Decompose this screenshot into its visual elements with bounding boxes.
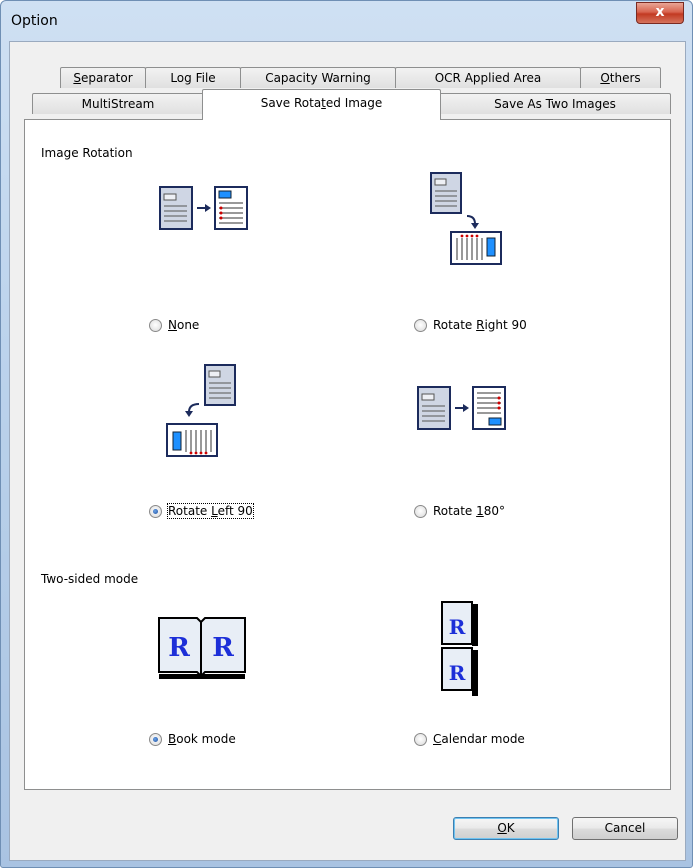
tab-ocr-applied-area[interactable]: OCR Applied Area — [395, 67, 581, 88]
calendar-top-letter: R — [449, 615, 466, 639]
ok-button-mnemonic: O — [497, 821, 507, 835]
radio-rotate-left-90[interactable]: Rotate Left 90 — [149, 503, 254, 519]
radio-rotate-left-90-text-b: eft 90 — [217, 504, 253, 518]
radio-rotate-right-90-text-a: Rotate — [433, 318, 477, 332]
calendar-bottom-letter: R — [449, 661, 466, 685]
radio-rotate-180-label: Rotate 180° — [433, 504, 505, 518]
radio-none-mnemonic: N — [168, 318, 177, 332]
radio-rotate-180-indicator[interactable] — [414, 504, 427, 518]
radio-rotate-right-90-text-b: ight 90 — [484, 318, 527, 332]
calendar-mode-icon: R R — [441, 601, 478, 696]
tab-multistream[interactable]: MultiStream — [32, 93, 204, 114]
radio-none-label: None — [168, 318, 199, 332]
radio-calendar-mode-label: Calendar mode — [433, 732, 525, 746]
image-rotation-heading: Image Rotation — [41, 146, 133, 160]
radio-calendar-mode-text: alendar mode — [441, 732, 525, 746]
radio-rotate-right-90-indicator[interactable] — [414, 318, 427, 332]
window-title: Option — [11, 13, 58, 29]
tab-save-rotated-image[interactable]: Save Rotated Image — [202, 89, 441, 120]
rotate-right-90-icon — [430, 172, 502, 265]
rotate-left-90-icon — [166, 364, 236, 457]
radio-book-mode-text: ook mode — [176, 732, 236, 746]
tab-capacity-warning[interactable]: Capacity Warning — [240, 67, 396, 88]
tab-others[interactable]: Others — [580, 67, 661, 88]
ok-button-label: K — [506, 821, 515, 835]
tab-separator-label: eparator — [81, 71, 133, 85]
rotation-none-icon — [159, 186, 248, 230]
radio-rotate-right-90[interactable]: Rotate Right 90 — [414, 318, 527, 332]
radio-book-mode-indicator[interactable] — [149, 732, 162, 746]
tab-multistream-label: MultiStream — [81, 97, 155, 111]
cancel-button[interactable]: Cancel — [572, 817, 678, 840]
tab-save-as-two-images-label: Save As Two Images — [494, 97, 616, 111]
radio-none-text: one — [176, 318, 200, 332]
tab-log-file-label: Log File — [170, 71, 216, 85]
close-button[interactable]: x — [636, 2, 684, 24]
tab-panel: Image Rotation None Rotate Right 90 Rota… — [24, 119, 671, 790]
tab-save-rotated-image-label-a: Save Rota — [260, 96, 322, 110]
radio-rotate-180-text-a: Rotate — [433, 504, 477, 518]
tab-capacity-warning-label: Capacity Warning — [265, 71, 371, 85]
two-sided-mode-heading: Two-sided mode — [41, 572, 139, 586]
book-mode-icon: R R — [158, 617, 246, 679]
book-right-letter: R — [212, 633, 234, 663]
title-bar[interactable]: Option x — [1, 1, 692, 41]
cancel-button-label: Cancel — [604, 821, 646, 835]
radio-none[interactable]: None — [149, 318, 199, 332]
radio-none-indicator[interactable] — [149, 318, 162, 332]
close-icon: x — [655, 4, 665, 20]
book-left-letter: R — [168, 633, 190, 663]
radio-rotate-180-text-b: 80° — [483, 504, 506, 518]
radio-rotate-180[interactable]: Rotate 180° — [414, 504, 505, 518]
tab-separator-mnemonic: S — [73, 71, 81, 85]
tab-others-label: thers — [609, 71, 641, 85]
ok-button[interactable]: OK — [453, 817, 559, 840]
tab-save-as-two-images[interactable]: Save As Two Images — [439, 93, 671, 114]
rotate-180-icon — [417, 386, 506, 430]
radio-rotate-left-90-label: Rotate Left 90 — [167, 503, 254, 519]
radio-calendar-mode-indicator[interactable] — [414, 732, 427, 746]
radio-book-mode-mnemonic: B — [168, 732, 177, 746]
tab-log-file[interactable]: Log File — [145, 67, 241, 88]
tab-others-mnemonic: O — [600, 71, 610, 85]
tab-separator[interactable]: Separator — [60, 67, 146, 88]
radio-rotate-180-mnemonic: 1 — [476, 504, 484, 518]
radio-calendar-mode[interactable]: Calendar mode — [414, 732, 525, 746]
radio-book-mode-label: Book mode — [168, 732, 236, 746]
radio-rotate-left-90-text-a: Rotate — [168, 504, 212, 518]
radio-book-mode[interactable]: Book mode — [149, 732, 236, 746]
radio-rotate-left-90-indicator[interactable] — [149, 504, 162, 518]
radio-rotate-right-90-label: Rotate Right 90 — [433, 318, 527, 332]
tab-save-rotated-image-label-b: ed Image — [325, 96, 383, 110]
tab-ocr-applied-area-label: OCR Applied Area — [434, 71, 542, 85]
option-dialog: Option x Separator Log File Capacity War… — [0, 0, 693, 868]
